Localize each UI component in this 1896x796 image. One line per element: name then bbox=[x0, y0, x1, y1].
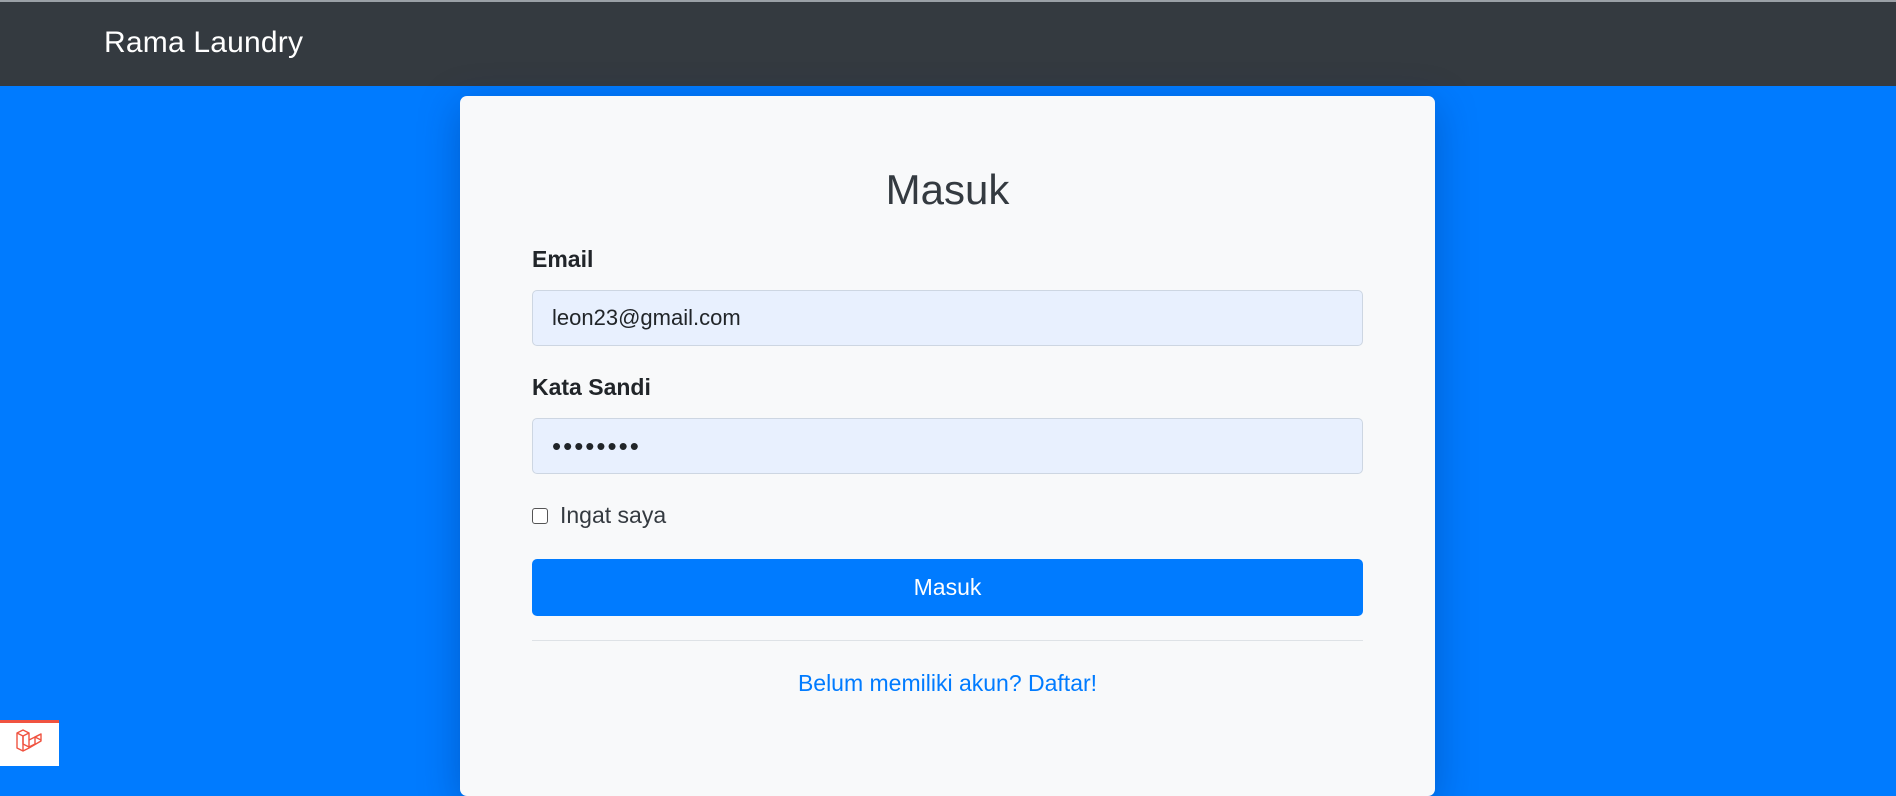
page-title: Masuk bbox=[885, 166, 1010, 213]
email-label: Email bbox=[532, 246, 594, 272]
register-link[interactable]: Belum memiliki akun? Daftar! bbox=[460, 670, 1435, 697]
navbar-brand[interactable]: Rama Laundry bbox=[104, 26, 303, 60]
login-card: Masuk Email Kata Sandi Ingat saya Masuk … bbox=[460, 96, 1435, 796]
navbar: Rama Laundry bbox=[0, 2, 1896, 86]
remember-label[interactable]: Ingat saya bbox=[560, 502, 666, 529]
remember-me: Ingat saya bbox=[532, 502, 666, 529]
email-field[interactable] bbox=[532, 290, 1363, 346]
divider bbox=[532, 640, 1363, 641]
login-button[interactable]: Masuk bbox=[532, 559, 1363, 616]
password-field[interactable] bbox=[532, 418, 1363, 474]
laravel-icon bbox=[13, 725, 47, 764]
debugbar-badge[interactable] bbox=[0, 720, 59, 766]
remember-checkbox[interactable] bbox=[532, 507, 548, 524]
password-label: Kata Sandi bbox=[532, 374, 651, 400]
